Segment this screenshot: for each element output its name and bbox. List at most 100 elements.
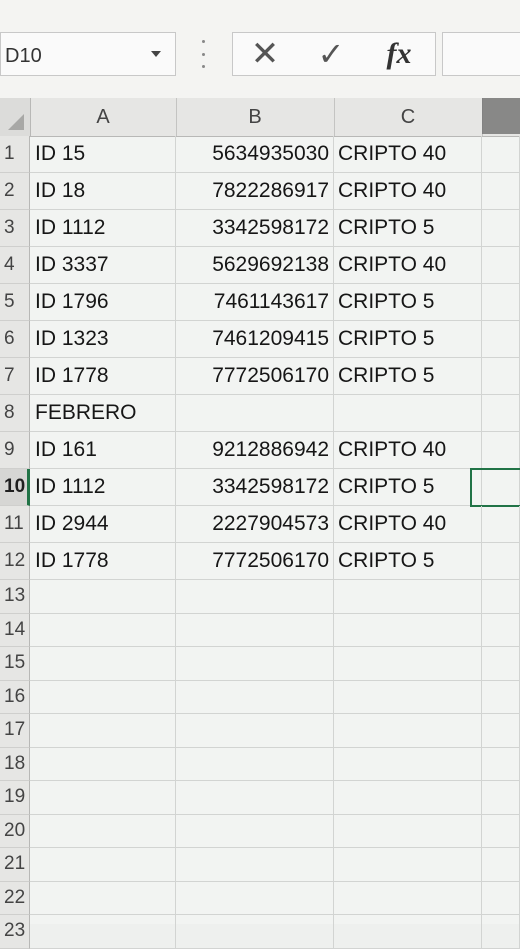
row-header[interactable]: 20 <box>0 814 30 848</box>
row-header[interactable]: 12 <box>0 543 30 580</box>
cancel-icon[interactable]: ✕ <box>235 33 295 75</box>
cell-c[interactable]: CRIPTO 5 <box>334 543 482 580</box>
cell-c[interactable] <box>334 781 482 815</box>
cell-d[interactable] <box>482 321 520 358</box>
row-header[interactable]: 16 <box>0 680 30 714</box>
cell-d[interactable] <box>482 173 520 210</box>
cell-d[interactable] <box>482 747 520 781</box>
cell-d[interactable] <box>482 284 520 321</box>
cell-c[interactable]: CRIPTO 40 <box>334 247 482 284</box>
cell-c[interactable] <box>334 613 482 647</box>
cell-d[interactable] <box>482 714 520 748</box>
cell-b[interactable]: 7461209415 <box>176 321 334 358</box>
chevron-down-icon[interactable] <box>151 51 161 57</box>
cell-c[interactable] <box>334 848 482 882</box>
cell-b[interactable] <box>176 395 334 432</box>
formula-bar-grip-icon[interactable] <box>201 40 205 68</box>
row-header[interactable]: 17 <box>0 714 30 748</box>
row-header[interactable]: 18 <box>0 747 30 781</box>
row-header[interactable]: 15 <box>0 647 30 681</box>
cell-a[interactable]: ID 1778 <box>30 358 176 395</box>
cell-a[interactable] <box>30 814 176 848</box>
cell-c[interactable]: CRIPTO 5 <box>334 210 482 247</box>
cell-d[interactable] <box>482 136 520 173</box>
cell-a[interactable] <box>30 747 176 781</box>
cell-b[interactable] <box>176 747 334 781</box>
row-header[interactable]: 14 <box>0 613 30 647</box>
cell-a[interactable]: ID 1112 <box>30 469 176 506</box>
cell-d[interactable] <box>482 881 520 915</box>
cell-b[interactable]: 7461143617 <box>176 284 334 321</box>
cell-b[interactable] <box>176 714 334 748</box>
cell-b[interactable] <box>176 814 334 848</box>
select-all-button[interactable] <box>0 98 31 136</box>
cell-a[interactable] <box>30 848 176 882</box>
row-header[interactable]: 4 <box>0 247 30 284</box>
cell-d[interactable] <box>482 247 520 284</box>
cell-a[interactable] <box>30 881 176 915</box>
row-header[interactable]: 23 <box>0 915 30 949</box>
cell-a[interactable]: ID 1796 <box>30 284 176 321</box>
cell-b[interactable]: 3342598172 <box>176 469 334 506</box>
row-header[interactable]: 7 <box>0 358 30 395</box>
row-header[interactable]: 22 <box>0 881 30 915</box>
cell-c[interactable] <box>334 915 482 949</box>
cell-b[interactable]: 5629692138 <box>176 247 334 284</box>
cell-b[interactable] <box>176 881 334 915</box>
cell-d[interactable] <box>482 647 520 681</box>
row-header[interactable]: 2 <box>0 173 30 210</box>
insert-function-icon[interactable]: fx <box>369 33 429 75</box>
cell-d[interactable] <box>482 915 520 949</box>
cell-d[interactable] <box>482 432 520 469</box>
cell-c[interactable]: CRIPTO 40 <box>334 173 482 210</box>
cell-c[interactable] <box>334 395 482 432</box>
cell-c[interactable] <box>334 714 482 748</box>
row-header[interactable]: 21 <box>0 848 30 882</box>
cell-c[interactable]: CRIPTO 40 <box>334 136 482 173</box>
cell-d[interactable] <box>482 358 520 395</box>
cell-d[interactable] <box>482 210 520 247</box>
cell-b[interactable]: 3342598172 <box>176 210 334 247</box>
cell-b[interactable] <box>176 613 334 647</box>
cell-a[interactable]: ID 3337 <box>30 247 176 284</box>
cell-c[interactable] <box>334 814 482 848</box>
cell-b[interactable]: 5634935030 <box>176 136 334 173</box>
row-header[interactable]: 13 <box>0 580 30 614</box>
cell-c[interactable] <box>334 881 482 915</box>
column-header-a[interactable]: A <box>30 98 177 136</box>
row-header[interactable]: 9 <box>0 432 30 469</box>
cell-d[interactable] <box>482 814 520 848</box>
cell-d[interactable] <box>482 395 520 432</box>
row-header[interactable]: 10 <box>0 469 30 506</box>
cell-d[interactable] <box>482 848 520 882</box>
cell-d[interactable] <box>482 781 520 815</box>
cell-c[interactable] <box>334 747 482 781</box>
cell-b[interactable]: 7772506170 <box>176 358 334 395</box>
cell-b[interactable] <box>176 848 334 882</box>
row-header[interactable]: 3 <box>0 210 30 247</box>
column-header-d[interactable] <box>482 98 520 134</box>
cell-a[interactable]: ID 15 <box>30 136 176 173</box>
column-header-c[interactable]: C <box>334 98 483 136</box>
cell-c[interactable]: CRIPTO 5 <box>334 284 482 321</box>
cell-b[interactable]: 7822286917 <box>176 173 334 210</box>
cell-a[interactable] <box>30 781 176 815</box>
row-header[interactable]: 19 <box>0 781 30 815</box>
cell-a[interactable]: ID 1112 <box>30 210 176 247</box>
cell-a[interactable] <box>30 714 176 748</box>
cell-d[interactable] <box>482 543 520 580</box>
row-header[interactable]: 1 <box>0 136 30 173</box>
cell-a[interactable] <box>30 580 176 614</box>
cell-a[interactable] <box>30 613 176 647</box>
cell-a[interactable] <box>30 915 176 949</box>
cell-b[interactable]: 2227904573 <box>176 506 334 543</box>
cell-c[interactable] <box>334 680 482 714</box>
cell-a[interactable]: ID 161 <box>30 432 176 469</box>
cell-b[interactable] <box>176 580 334 614</box>
cell-a[interactable]: ID 18 <box>30 173 176 210</box>
cell-b[interactable] <box>176 647 334 681</box>
row-header[interactable]: 5 <box>0 284 30 321</box>
cell-b[interactable] <box>176 781 334 815</box>
cell-c[interactable] <box>334 580 482 614</box>
cell-c[interactable]: CRIPTO 5 <box>334 469 482 506</box>
